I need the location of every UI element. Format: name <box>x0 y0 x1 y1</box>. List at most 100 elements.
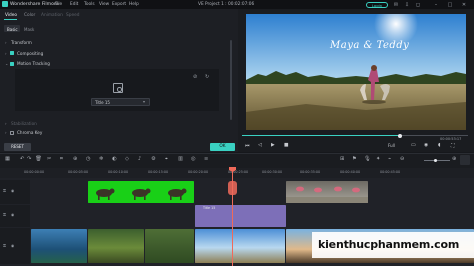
login-button[interactable]: Login <box>366 1 388 8</box>
render-icon[interactable]: ⊞ <box>340 156 344 162</box>
chevron-down-icon[interactable]: ⌄ <box>5 61 8 66</box>
chevron-right-icon[interactable]: › <box>5 121 7 126</box>
playback-progress-knob[interactable] <box>398 133 403 138</box>
chevron-right-icon[interactable]: › <box>5 51 7 56</box>
green-screen-clip[interactable] <box>88 181 194 203</box>
audio-icon[interactable]: ♪ <box>138 156 141 162</box>
stop-icon[interactable]: ■ <box>284 143 289 148</box>
video-clip-field[interactable] <box>195 229 285 263</box>
monitor-icon[interactable]: ▭ <box>411 143 416 148</box>
track-lock-icon[interactable]: ⚿ <box>3 212 6 217</box>
menu-tools[interactable]: Tools <box>84 2 95 7</box>
subtab-basic[interactable]: Basic <box>7 27 18 32</box>
ok-button[interactable]: OK <box>210 143 235 151</box>
section-compositing[interactable]: Compositing <box>17 51 43 56</box>
menu-export[interactable]: Export <box>112 2 126 7</box>
stabilize-icon[interactable]: ⚙ <box>151 156 156 162</box>
track-visibility-icon[interactable]: ◉ <box>11 188 14 193</box>
cancel-tracking-icon[interactable]: ⊘ <box>193 74 197 80</box>
section-stabilization[interactable]: Stabilization <box>11 121 37 126</box>
start-tracking-icon[interactable] <box>113 83 123 93</box>
color-icon[interactable]: ◐ <box>112 156 117 162</box>
close-icon[interactable]: ✕ <box>460 2 468 8</box>
notification-icon[interactable]: ✉ <box>392 2 400 8</box>
preview-title-overlay[interactable]: Maya & Teddy <box>330 40 409 51</box>
tab-animation[interactable]: Animation <box>41 13 63 18</box>
app-name: Wondershare Filmora <box>10 1 59 7</box>
grid-view-icon[interactable] <box>460 155 470 165</box>
prev-frame-icon[interactable]: ⏮ <box>245 143 249 149</box>
panel-scrollbar[interactable] <box>230 40 232 120</box>
zoom-icon[interactable]: ⊕ <box>73 156 77 162</box>
tab-speed[interactable]: Speed <box>66 13 79 18</box>
track-visibility-icon[interactable]: ◉ <box>11 212 14 217</box>
track-lock-icon[interactable]: ⚿ <box>3 188 6 193</box>
adjust-icon[interactable]: ≡ <box>204 156 208 162</box>
tab-color[interactable]: Color <box>24 13 35 18</box>
app-logo-icon <box>2 1 8 7</box>
chevron-right-icon[interactable]: › <box>5 130 7 135</box>
zoom-out-icon[interactable]: ⊖ <box>400 156 404 162</box>
cut-icon[interactable]: ✂ <box>47 156 51 162</box>
download-icon[interactable]: ⇩ <box>403 2 411 8</box>
voiceover-icon[interactable]: 🎙 <box>364 156 371 162</box>
maximize-icon[interactable]: □ <box>446 2 454 8</box>
zoom-in-icon[interactable]: ⊕ <box>452 156 456 162</box>
preview-quality-select[interactable]: Full <box>388 143 395 148</box>
motion-tracking-checkbox[interactable] <box>10 61 14 66</box>
section-transform[interactable]: Transform <box>11 40 32 45</box>
video-clip-forest[interactable] <box>88 229 144 263</box>
menu-help[interactable]: Help <box>129 2 139 7</box>
step-back-icon[interactable]: ◁ <box>258 143 262 148</box>
section-chroma-key[interactable]: Chroma Key <box>17 130 42 135</box>
title-clip-label: Title 15 <box>203 206 216 210</box>
delete-icon[interactable]: 🗑 <box>35 156 42 162</box>
chat-icon[interactable]: ◻ <box>414 2 422 8</box>
ai-icon[interactable]: ✦ <box>376 156 380 162</box>
play-icon[interactable]: ▶ <box>271 143 275 148</box>
ruler-tick: 00:00:30:00 <box>262 170 283 174</box>
menu-file[interactable]: File <box>55 2 62 7</box>
menu-view[interactable]: View <box>99 2 109 7</box>
crop-icon[interactable]: ⌗ <box>60 156 63 163</box>
flamingo-clip[interactable] <box>286 181 368 203</box>
title-clip[interactable]: Title 15 <box>195 205 286 227</box>
speed-icon[interactable]: ◷ <box>86 156 91 162</box>
keyframe-icon[interactable]: ◇ <box>125 156 129 162</box>
freeze-icon[interactable]: ❄ <box>99 156 103 162</box>
menu-edit[interactable]: Edit <box>70 2 78 7</box>
tab-video[interactable]: Video <box>5 13 17 18</box>
section-motion-tracking[interactable]: Motion Tracking <box>17 61 50 66</box>
redo-icon[interactable]: ↷ <box>27 156 31 162</box>
refresh-icon[interactable]: ↻ <box>205 74 209 80</box>
snap-icon[interactable]: ⌁ <box>388 156 391 162</box>
snapshot-icon[interactable]: ◉ <box>424 143 428 148</box>
volume-icon[interactable]: ◖ <box>438 143 441 148</box>
marker-icon[interactable]: ⚑ <box>352 156 357 162</box>
chroma-key-checkbox[interactable] <box>10 130 14 135</box>
video-clip-coral[interactable] <box>31 229 87 263</box>
track-visibility-icon[interactable]: ◉ <box>11 243 14 248</box>
undo-icon[interactable]: ↶ <box>20 156 24 162</box>
fullscreen-icon[interactable]: ⛶ <box>451 143 454 149</box>
ruler-tick: 00:00:45:00 <box>380 170 401 174</box>
split-screen-icon[interactable]: ▥ <box>178 156 183 162</box>
chevron-right-icon[interactable]: › <box>5 40 7 45</box>
preview-timecode: 00:00:53:17 <box>440 137 462 141</box>
preview-video[interactable] <box>246 14 466 130</box>
track-lock-icon[interactable]: ⚿ <box>3 243 6 248</box>
ruler-tick: 00:00:00:00 <box>24 170 45 174</box>
tracking-element-value: Title 15 <box>95 99 110 105</box>
playhead-line[interactable] <box>232 168 233 266</box>
compositing-checkbox[interactable] <box>10 51 14 55</box>
video-clip-trees[interactable] <box>145 229 194 263</box>
minimize-icon[interactable]: – <box>432 2 440 8</box>
subtab-mask[interactable]: Mask <box>24 27 34 32</box>
motion-tracking-icon[interactable]: ⌖ <box>165 156 168 163</box>
layout-icon[interactable]: ▦ <box>5 156 10 162</box>
active-tab-indicator <box>4 19 17 20</box>
mask-icon[interactable]: ◎ <box>191 156 196 162</box>
reset-button[interactable]: RESET <box>4 143 31 151</box>
playback-progress-fill <box>242 135 401 137</box>
ruler-tick: 00:00:40:00 <box>340 170 361 174</box>
